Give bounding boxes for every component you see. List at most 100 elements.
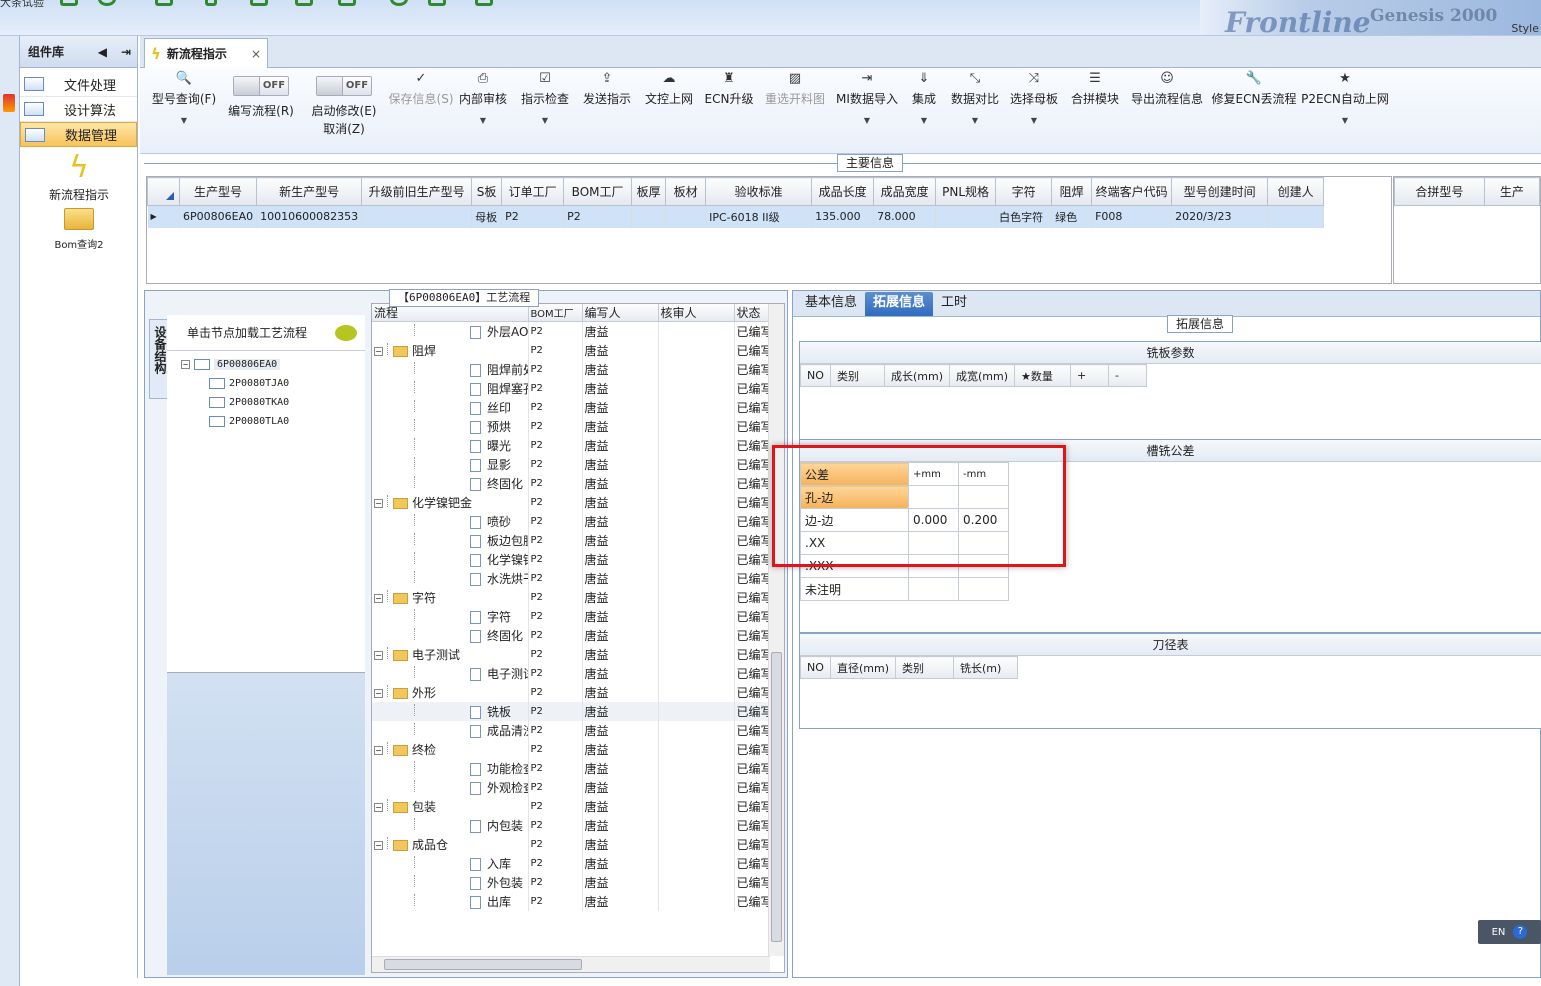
tool-column-header[interactable]: NO bbox=[800, 656, 831, 679]
component-item-algorithm[interactable]: 设计算法 bbox=[20, 97, 137, 122]
tool-column-header[interactable]: 类别 bbox=[895, 656, 955, 679]
toolbar-button[interactable]: ★ P2ECN自动上网 ▼ bbox=[1300, 68, 1390, 148]
tab-extended-info[interactable]: 拓展信息 bbox=[865, 292, 934, 316]
list-item[interactable]: 功能检查P2唐益 已编写 bbox=[372, 758, 768, 778]
list-item[interactable]: 外层AOI1P2唐益 已编写 bbox=[372, 321, 768, 341]
table-cell[interactable]: 绿色 bbox=[1051, 205, 1093, 228]
tree-node-root[interactable]: − 6P00806EA0 bbox=[167, 355, 365, 374]
production-header[interactable]: 生产 bbox=[1483, 177, 1540, 206]
close-icon[interactable]: × bbox=[251, 47, 261, 61]
column-header[interactable]: 成品宽度 bbox=[873, 177, 937, 206]
list-item[interactable]: − 成品仓 P2唐益 已编写 bbox=[372, 834, 768, 854]
toolbar-button[interactable]: 🔧 修复ECN丢流程 bbox=[1208, 68, 1300, 148]
toolbar-button[interactable]: ⇓ 集成 ▼ bbox=[902, 68, 946, 148]
toolbar-button[interactable]: ☑ 指示检查 ▼ bbox=[514, 68, 576, 148]
column-header[interactable]: 订单工厂 bbox=[501, 177, 565, 206]
toolbar-button[interactable]: ⤡ 数据对比 ▼ bbox=[946, 68, 1004, 148]
list-item[interactable]: 内包装 P2唐益 已编写 bbox=[372, 815, 768, 835]
toolbar-button[interactable]: ⇥ MI数据导入 ▼ bbox=[832, 68, 902, 148]
collapse-icon[interactable]: − bbox=[374, 346, 383, 356]
column-header[interactable]: 阻焊 bbox=[1051, 177, 1093, 206]
list-item[interactable]: − 化学镍钯金 P2唐益 已编写 bbox=[372, 492, 768, 512]
component-item-data[interactable]: 数据管理 bbox=[20, 122, 137, 147]
tab-equipment-structure[interactable]: 设备结构 bbox=[149, 319, 169, 399]
tool-icon[interactable] bbox=[205, 0, 217, 6]
bom-query-button[interactable]: Bom查询2 bbox=[20, 208, 138, 251]
help-icon[interactable]: ? bbox=[1513, 925, 1528, 939]
app-icon[interactable] bbox=[3, 94, 15, 112]
list-item[interactable]: − 包装 P2唐益 已编写 bbox=[372, 796, 768, 816]
tolerance-value[interactable] bbox=[958, 577, 1009, 601]
user-icon[interactable] bbox=[390, 0, 408, 6]
table-cell[interactable]: 白色字符 bbox=[995, 205, 1053, 228]
edit-flow-toggle[interactable]: OFF 编写流程(R) bbox=[226, 68, 296, 148]
column-header[interactable]: 创建人 bbox=[1267, 177, 1325, 206]
language-indicator[interactable]: EN ? bbox=[1478, 920, 1541, 944]
tool-column-header[interactable]: 铣长(m) bbox=[953, 656, 1019, 679]
column-header[interactable]: PNL规格 bbox=[935, 177, 997, 206]
list-item[interactable]: 外包装 P2唐益 已编写 bbox=[372, 872, 768, 892]
chevron-down-icon[interactable]: ▼ bbox=[542, 116, 548, 125]
mill-column-header[interactable]: ★数量 bbox=[1014, 364, 1072, 387]
chevron-down-icon[interactable]: ▼ bbox=[864, 116, 870, 125]
table-cell[interactable] bbox=[1267, 205, 1325, 228]
merge-model-header[interactable]: 合拼型号 bbox=[1394, 177, 1485, 206]
column-header[interactable]: 型号创建时间 bbox=[1171, 177, 1269, 206]
list-item[interactable]: 板边包胶P2唐益 已编写 bbox=[372, 530, 768, 550]
toolbar-button[interactable]: ⇪ 发送指示 bbox=[576, 68, 638, 148]
mill-column-header[interactable]: NO bbox=[800, 364, 831, 387]
toolbar-button[interactable]: ⎙ 内部审核 ▼ bbox=[452, 68, 514, 148]
list-item[interactable]: 水洗烘干P2唐益 已编写 bbox=[372, 568, 768, 588]
doc-icon[interactable] bbox=[428, 0, 446, 6]
collapse-icon[interactable]: − bbox=[374, 593, 383, 603]
list-item[interactable]: 显影 P2唐益 已编写 bbox=[372, 454, 768, 474]
table-cell[interactable] bbox=[361, 205, 473, 228]
chevron-down-icon[interactable]: ▼ bbox=[1342, 116, 1348, 125]
table-row[interactable]: ▶ 6P00806EA0 10010600082353 母板 P2 P2 IPC-6018 … bbox=[147, 205, 1325, 228]
list-item[interactable]: 喷砂 P2唐益 已编写 bbox=[372, 511, 768, 531]
component-item-file[interactable]: 文件处理 bbox=[20, 72, 137, 97]
tab-basic-info[interactable]: 基本信息 bbox=[797, 292, 865, 316]
list-item[interactable]: 字符 P2唐益 已编写 bbox=[372, 606, 768, 626]
new-flow-button[interactable]: ϟ 新流程指示 bbox=[20, 150, 138, 203]
table-cell[interactable]: F008 bbox=[1091, 205, 1173, 228]
edit-flow-switch[interactable]: OFF bbox=[233, 76, 289, 96]
save-icon[interactable] bbox=[155, 0, 173, 6]
start-modify-toggle[interactable]: OFF 启动修改(E) 取消(Z) bbox=[308, 68, 380, 148]
mill-column-header[interactable]: 成宽(mm) bbox=[949, 364, 1016, 387]
tree-node[interactable]: 2P0080TLA0 bbox=[167, 412, 365, 431]
mill-column-header[interactable]: 成长(mm) bbox=[883, 364, 951, 387]
model-query-button[interactable]: 🔍 型号查询(F) ▼ bbox=[148, 68, 220, 148]
list-item[interactable]: 成品清洗P2唐益 已编写 bbox=[372, 720, 768, 740]
scrollbar-thumb[interactable] bbox=[771, 652, 782, 942]
table-row[interactable]: 未注明 bbox=[800, 577, 1009, 601]
chevron-down-icon[interactable]: ▼ bbox=[921, 116, 927, 125]
tool-column-header[interactable]: 直径(mm) bbox=[829, 656, 897, 679]
vertical-scrollbar[interactable] bbox=[768, 304, 784, 956]
window-icon[interactable] bbox=[250, 0, 268, 6]
mill-column-header[interactable]: + bbox=[1070, 364, 1110, 387]
layout-icon[interactable] bbox=[295, 0, 313, 6]
col-reviewer[interactable]: 核审人 bbox=[658, 304, 735, 322]
list-item[interactable]: − 阻焊 P2唐益 已编写 bbox=[372, 340, 768, 360]
table-cell[interactable]: 母板 bbox=[471, 205, 503, 228]
toolbar-button[interactable]: ⤨ 选择母板 ▼ bbox=[1004, 68, 1064, 148]
list-item[interactable]: 外观检查P2唐益 已编写 bbox=[372, 777, 768, 797]
scrollbar-thumb[interactable] bbox=[384, 959, 582, 970]
table-cell[interactable]: P2 bbox=[563, 205, 633, 228]
col-status[interactable]: 状态 bbox=[734, 304, 768, 322]
table-cell[interactable]: 10010600082353 bbox=[256, 205, 363, 228]
collapse-left-icon[interactable]: ◀ bbox=[98, 45, 107, 59]
table-cell[interactable]: P2 bbox=[501, 205, 565, 228]
table-cell[interactable]: 6P00806EA0 bbox=[179, 205, 258, 228]
cancel-modify-button[interactable]: 取消(Z) bbox=[323, 120, 365, 138]
list-item[interactable]: 化学镍钯金P2唐益 已编写 bbox=[372, 549, 768, 569]
table-cell[interactable]: 78.000 bbox=[873, 205, 937, 228]
tab-work-hours[interactable]: 工时 bbox=[933, 292, 975, 316]
column-header[interactable]: 板材 bbox=[665, 177, 707, 206]
column-header[interactable]: 升级前旧生产型号 bbox=[361, 177, 473, 206]
table-cell[interactable] bbox=[631, 205, 667, 228]
chevron-down-icon[interactable]: ▼ bbox=[1031, 116, 1037, 125]
collapse-icon[interactable]: − bbox=[181, 360, 190, 369]
chevron-down-icon[interactable]: ▼ bbox=[972, 116, 978, 125]
